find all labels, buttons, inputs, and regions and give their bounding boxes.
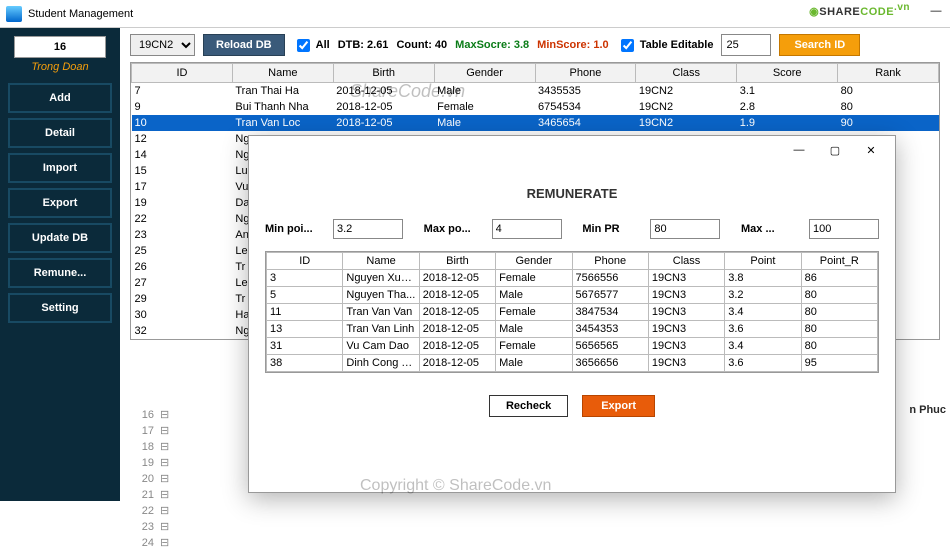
table-row[interactable]: 31Vu Cam Dao2018-12-05Female565656519CN3… (267, 338, 878, 355)
search-id-button[interactable]: Search ID (779, 34, 860, 56)
sidebar-add-button[interactable]: Add (8, 83, 112, 113)
close-icon[interactable]: ✕ (853, 138, 889, 162)
reload-db-button[interactable]: Reload DB (203, 34, 285, 56)
table-row[interactable]: 10Tran Van Loc2018-12-05Male346565419CN2… (132, 115, 939, 131)
status-overflow: n Phuc (909, 404, 946, 416)
remunerate-dialog: — ▢ ✕ REMUNERATE Min poi... Max po... Mi… (248, 135, 896, 493)
sidebar-subtitle: Trong Doan (8, 61, 112, 73)
column-header[interactable]: ID (132, 64, 233, 83)
column-header[interactable]: ID (267, 253, 343, 270)
maxpoint-label: Max po... (424, 223, 484, 235)
column-header[interactable]: Phone (535, 64, 636, 83)
column-header[interactable]: Name (343, 253, 419, 270)
sidebar-update-db-button[interactable]: Update DB (8, 223, 112, 253)
column-header[interactable]: Gender (434, 64, 535, 83)
editable-checkbox[interactable]: Table Editable (617, 36, 714, 55)
column-header[interactable]: Rank (838, 64, 939, 83)
minpr-input[interactable] (650, 219, 720, 239)
dialog-table[interactable]: IDNameBirthGenderPhoneClassPointPoint_R3… (265, 251, 879, 373)
minpr-label: Min PR (582, 223, 642, 235)
export-button[interactable]: Export (582, 395, 655, 417)
column-header[interactable]: Score (737, 64, 838, 83)
column-header[interactable]: Class (648, 253, 724, 270)
class-select[interactable]: 19CN2 (130, 34, 195, 56)
table-row[interactable]: 3Nguyen Xua...2018-12-05Female756655619C… (267, 270, 878, 287)
java-icon (6, 6, 22, 22)
maxscore-label: MaxSocre: 3.8 (455, 39, 529, 51)
minpoint-label: Min poi... (265, 223, 325, 235)
sidebar-count: 16 (14, 36, 106, 58)
logo-swirl-icon: ◉ (809, 6, 819, 18)
dialog-heading: REMUNERATE (265, 186, 879, 201)
table-row[interactable]: 7Tran Thai Ha2018-12-05Male343553519CN23… (132, 83, 939, 100)
table-row[interactable]: 11Tran Van Van2018-12-05Female384753419C… (267, 304, 878, 321)
table-row[interactable]: 5Nguyen Tha...2018-12-05Male567657719CN3… (267, 287, 878, 304)
window-title: Student Management (28, 8, 133, 20)
column-header[interactable]: Gender (496, 253, 572, 270)
minimize-icon[interactable]: — (781, 138, 817, 162)
column-header[interactable]: Class (636, 64, 737, 83)
dialog-titlebar: — ▢ ✕ (249, 136, 895, 164)
minimize-icon[interactable]: — (922, 0, 950, 22)
maxpr-input[interactable] (809, 219, 879, 239)
table-row[interactable]: 13Tran Van Linh2018-12-05Male345435319CN… (267, 321, 878, 338)
column-header[interactable]: Point_R (801, 253, 877, 270)
recheck-button[interactable]: Recheck (489, 395, 568, 417)
dtb-label: DTB: 2.61 (338, 39, 389, 51)
window-controls: — (922, 0, 950, 22)
minpoint-input[interactable] (333, 219, 403, 239)
sidebar-export-button[interactable]: Export (8, 188, 112, 218)
column-header[interactable]: Phone (572, 253, 648, 270)
maximize-icon[interactable]: ▢ (817, 138, 853, 162)
search-id-input[interactable] (721, 34, 771, 56)
toolbar: 19CN2 Reload DB All DTB: 2.61 Count: 40 … (130, 34, 940, 56)
window-titlebar: Student Management (0, 0, 950, 28)
maxpoint-input[interactable] (492, 219, 562, 239)
column-header[interactable]: Name (232, 64, 333, 83)
sidebar-detail-button[interactable]: Detail (8, 118, 112, 148)
sharecode-logo: ◉SHARECODE.vn (809, 2, 910, 19)
count-label: Count: 40 (396, 39, 447, 51)
table-row[interactable]: 9Bui Thanh Nha2018-12-05Female675453419C… (132, 99, 939, 115)
column-header[interactable]: Birth (419, 253, 495, 270)
maxpr-label: Max ... (741, 223, 801, 235)
column-header[interactable]: Point (725, 253, 801, 270)
sidebar: 16 Trong Doan Add Detail Import Export Updat… (0, 28, 120, 501)
minscore-label: MinScore: 1.0 (537, 39, 609, 51)
code-gutter: 16⊟17⊟18⊟19⊟20⊟21⊟22⊟23⊟24⊟ (136, 407, 236, 551)
all-checkbox[interactable]: All (293, 36, 330, 55)
sidebar-setting-button[interactable]: Setting (8, 293, 112, 323)
table-row[interactable]: 38Dinh Cong T...2018-12-05Male365665619C… (267, 355, 878, 372)
column-header[interactable]: Birth (333, 64, 434, 83)
sidebar-remune--button[interactable]: Remune... (8, 258, 112, 288)
sidebar-import-button[interactable]: Import (8, 153, 112, 183)
